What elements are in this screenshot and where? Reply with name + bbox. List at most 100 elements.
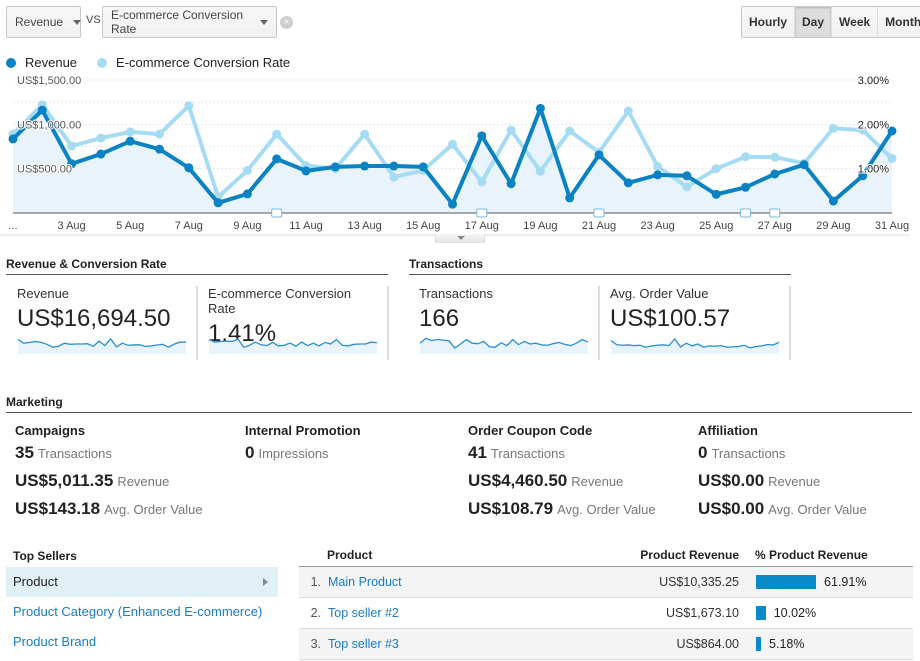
- vs-label: VS: [86, 14, 101, 26]
- tile-label: Revenue: [17, 286, 70, 301]
- conversion-rate-point: [623, 106, 633, 116]
- revenue-point: [682, 171, 692, 181]
- marketing-stat: US$143.18 Avg. Order Value: [15, 499, 203, 518]
- remove-metric-icon[interactable]: ×: [280, 16, 293, 29]
- pct-revenue-cell: 5.18%: [755, 628, 913, 660]
- chevron-down-icon: [73, 19, 82, 25]
- sparkline-area: [18, 338, 186, 354]
- top-sellers-product[interactable]: Product: [6, 567, 278, 597]
- marketing-order-coupon-code: Order Coupon Code 41 Transactions US$4,46…: [468, 423, 656, 527]
- marketing-stat: 0 Transactions: [698, 443, 786, 462]
- legend-item-conversion[interactable]: E-commerce Conversion Rate: [97, 55, 290, 70]
- x-tick-label: 7 Aug: [175, 220, 203, 232]
- x-tick-label: 31 Aug: [875, 220, 909, 232]
- granularity-week[interactable]: Week: [831, 7, 878, 37]
- marketing-stat: US$0.00 Avg. Order Value: [698, 499, 867, 518]
- product-link[interactable]: Top seller #2: [327, 597, 498, 629]
- conversion-rate-point: [711, 164, 721, 174]
- table-row: 3. Top seller #3 US$864.00 5.18%: [299, 628, 913, 660]
- conversion-rate-point: [653, 161, 663, 171]
- chart-legend: Revenue E-commerce Conversion Rate: [6, 55, 310, 70]
- conversion-rate-point: [887, 153, 897, 163]
- conversion-rate-point: [770, 152, 780, 162]
- x-tick-label: 27 Aug: [758, 220, 792, 232]
- marketing-title: Order Coupon Code: [468, 423, 593, 438]
- annotation-icon: [476, 208, 488, 218]
- conversion-rate-point: [506, 125, 516, 135]
- metric-tile-revenue[interactable]: Revenue US$16,694.50: [17, 286, 187, 360]
- granularity-day[interactable]: Day: [794, 7, 832, 37]
- section-header-revenue-conversion: Revenue & Conversion Rate: [6, 257, 388, 275]
- revenue-point: [272, 154, 282, 164]
- marketing-stat: US$4,460.50 Revenue: [468, 471, 624, 490]
- line-chart: US$500.00 US$1,000.00 US$1,500.00 1.00% 2.00…: [0, 76, 910, 236]
- x-tick-label: 13 Aug: [347, 220, 381, 232]
- col-header-product-revenue: Product Revenue: [497, 548, 755, 567]
- revenue-point: [37, 105, 47, 115]
- metric-tile-avg-order-value[interactable]: Avg. Order Value US$100.57: [610, 286, 780, 360]
- conversion-rate-point: [741, 152, 750, 162]
- granularity-month[interactable]: Month: [877, 7, 920, 37]
- conversion-rate-point: [272, 129, 282, 139]
- marketing-stat: 0 Impressions: [245, 443, 329, 462]
- annotation-icon: [740, 208, 751, 218]
- revenue-point: [741, 182, 750, 192]
- marketing-title: Affiliation: [698, 423, 758, 438]
- section-header-marketing: Marketing: [6, 395, 912, 413]
- tile-label: Transactions: [419, 286, 493, 301]
- product-link[interactable]: Top seller #3: [327, 628, 498, 660]
- revenue-area: [13, 108, 892, 213]
- revenue-point: [828, 196, 838, 206]
- x-tick-label: 11 Aug: [289, 220, 322, 232]
- metric2-dropdown[interactable]: E-commerce Conversion Rate: [102, 6, 277, 38]
- sparkline: [208, 338, 378, 354]
- metric-tile-conversion-rate[interactable]: E-commerce Conversion Rate 1.41%: [208, 286, 378, 360]
- sparkline: [419, 337, 589, 354]
- chevron-right-icon: [263, 578, 268, 586]
- conversion-rate-point: [125, 127, 135, 137]
- tile-value: US$16,694.50: [17, 305, 171, 332]
- legend-label: Revenue: [25, 55, 78, 70]
- x-tick-label: 3 Aug: [58, 220, 86, 232]
- marketing-campaigns: Campaigns 35 Transactions US$5,011.35 Reve…: [15, 423, 203, 527]
- metric-tile-transactions[interactable]: Transactions 166: [419, 286, 589, 360]
- metric1-label: Revenue: [15, 15, 64, 29]
- table-row: 2. Top seller #2 US$1,673.10 10.02%: [299, 597, 913, 629]
- conversion-rate-point: [67, 141, 77, 151]
- collapse-chart-toggle[interactable]: [435, 234, 485, 243]
- revenue-point: [125, 136, 135, 146]
- product-revenue: US$864.00: [497, 628, 755, 660]
- revenue-point: [565, 193, 575, 203]
- product-table: Product Product Revenue % Product Revenu…: [299, 548, 913, 660]
- marketing-internal-promotion: Internal Promotion 0 Impressions: [245, 423, 361, 471]
- pct-label: 10.02%: [773, 605, 817, 620]
- y-right-tick-label: 2.00%: [858, 119, 889, 131]
- pct-revenue-cell: 61.91%: [755, 566, 913, 598]
- metric1-dropdown[interactable]: Revenue: [6, 6, 82, 38]
- marketing-stat: US$108.79 Avg. Order Value: [468, 499, 656, 518]
- revenue-point: [184, 163, 194, 173]
- revenue-point: [535, 103, 545, 113]
- col-header-product: Product: [299, 548, 498, 567]
- marketing-title: Internal Promotion: [245, 423, 361, 438]
- legend-item-revenue[interactable]: Revenue: [6, 55, 77, 70]
- revenue-point: [330, 162, 340, 172]
- y-right-tick-label: 3.00%: [858, 76, 889, 87]
- tile-value: US$100.57: [610, 305, 731, 332]
- row-rank: 2.: [299, 597, 327, 629]
- y-right-tick-label: 1.00%: [858, 164, 889, 176]
- conversion-rate-point: [828, 123, 838, 133]
- chevron-down-icon: [260, 19, 268, 25]
- top-sellers-product-brand[interactable]: Product Brand: [6, 627, 278, 657]
- conversion-rate-point: [184, 101, 194, 111]
- granularity-hourly[interactable]: Hourly: [742, 7, 795, 37]
- pct-revenue-cell: 10.02%: [755, 597, 913, 629]
- conversion-rate-point: [477, 177, 487, 187]
- legend-label: E-commerce Conversion Rate: [116, 55, 291, 70]
- pct-bar: [756, 637, 762, 652]
- revenue-point: [389, 161, 399, 171]
- top-sellers-product-category[interactable]: Product Category (Enhanced E-commerce): [6, 597, 278, 627]
- divider: [598, 286, 600, 360]
- legend-dot-icon: [6, 57, 16, 68]
- product-link[interactable]: Main Product: [327, 566, 498, 598]
